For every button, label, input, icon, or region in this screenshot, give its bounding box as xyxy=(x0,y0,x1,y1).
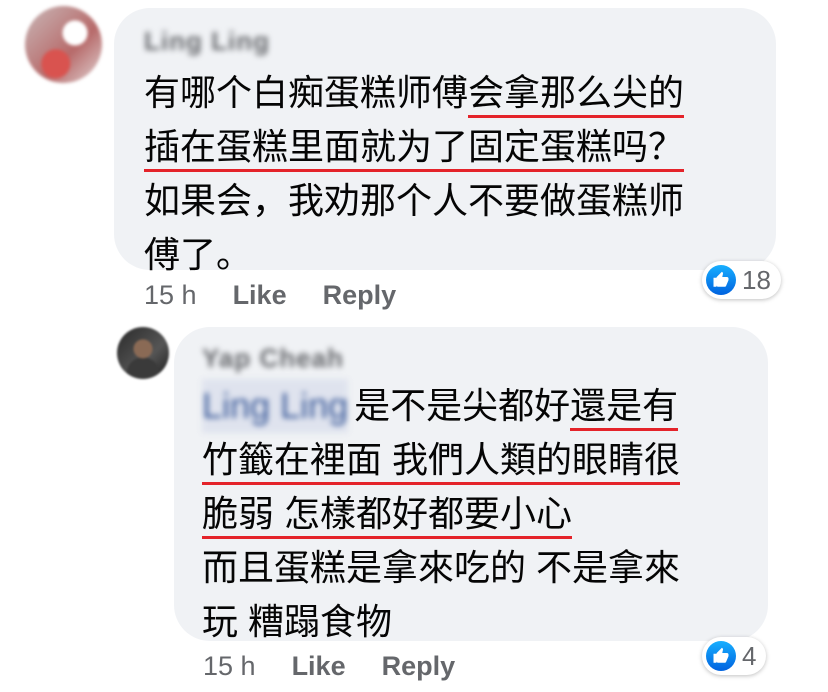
comment-timestamp[interactable]: 15 h xyxy=(144,280,197,311)
text-line: 脆弱 怎樣都好都要小心 xyxy=(202,487,680,541)
mention-tag[interactable]: Ling Ling xyxy=(202,379,349,433)
reply-timestamp[interactable]: 15 h xyxy=(203,651,256,682)
text-segment: 而且蛋糕是拿來吃的 不是拿來 xyxy=(202,547,681,588)
reply-button[interactable]: Reply xyxy=(382,651,456,682)
text-line: 竹籤在裡面 我們人類的眼睛很 xyxy=(202,433,681,487)
text-segment: 如果会，我劝那个人不要做蛋糕师 xyxy=(144,180,685,221)
text-segment: 是不是尖都好 xyxy=(354,385,571,426)
reaction-count: 4 xyxy=(742,640,757,671)
text-line: 插在蛋糕里面就为了固定蛋糕吗？ xyxy=(144,120,685,174)
reply-text: Ling Ling 是不是尖都好還是有竹籤在裡面 我們人類的眼睛很 脆弱 怎樣都好都… xyxy=(202,379,681,649)
reaction-badge[interactable]: 18 xyxy=(702,261,781,299)
text-line: 有哪个白痴蛋糕师傅会拿那么尖的 xyxy=(144,66,685,120)
underlined-text: 還是有 xyxy=(570,385,679,431)
reply-button[interactable]: Reply xyxy=(323,280,397,311)
text-segment: 玩 糟蹋食物 xyxy=(202,601,393,642)
like-button[interactable]: Like xyxy=(233,280,287,311)
text-line: 而且蛋糕是拿來吃的 不是拿來 xyxy=(202,541,680,595)
commenter-avatar[interactable] xyxy=(25,6,102,83)
text-line: Ling Ling 是不是尖都好還是有 xyxy=(202,379,680,433)
text-segment: 有哪个白痴蛋糕师傅 xyxy=(144,72,469,113)
comment-actions: 15 h Like Reply xyxy=(144,280,396,311)
like-button[interactable]: Like xyxy=(292,651,346,682)
underlined-text: 会拿那么尖的 xyxy=(468,72,685,118)
underlined-text: 竹籤在裡面 我們人類的眼睛很 xyxy=(202,439,681,485)
comment-text: 有哪个白痴蛋糕师傅会拿那么尖的插在蛋糕里面就为了固定蛋糕吗？ 如果会，我劝那个人不… xyxy=(144,66,685,282)
like-icon xyxy=(706,641,736,671)
reaction-badge[interactable]: 4 xyxy=(702,637,767,675)
text-line: 玩 糟蹋食物 xyxy=(202,595,680,649)
replier-avatar[interactable] xyxy=(117,327,169,379)
text-line: 如果会，我劝那个人不要做蛋糕师 xyxy=(144,174,684,228)
reply-actions: 15 h Like Reply xyxy=(203,651,455,682)
like-icon xyxy=(706,265,736,295)
reaction-count: 18 xyxy=(742,264,771,295)
reply-author-name[interactable]: Yap Cheah xyxy=(202,343,344,374)
text-segment: 傅了。 xyxy=(144,234,253,275)
text-line: 傅了。 xyxy=(144,228,684,282)
comment-author-name[interactable]: Ling Ling xyxy=(144,26,270,57)
underlined-text: 脆弱 怎樣都好都要小心 xyxy=(202,493,573,539)
underlined-text: 插在蛋糕里面就为了固定蛋糕吗？ xyxy=(144,126,685,172)
